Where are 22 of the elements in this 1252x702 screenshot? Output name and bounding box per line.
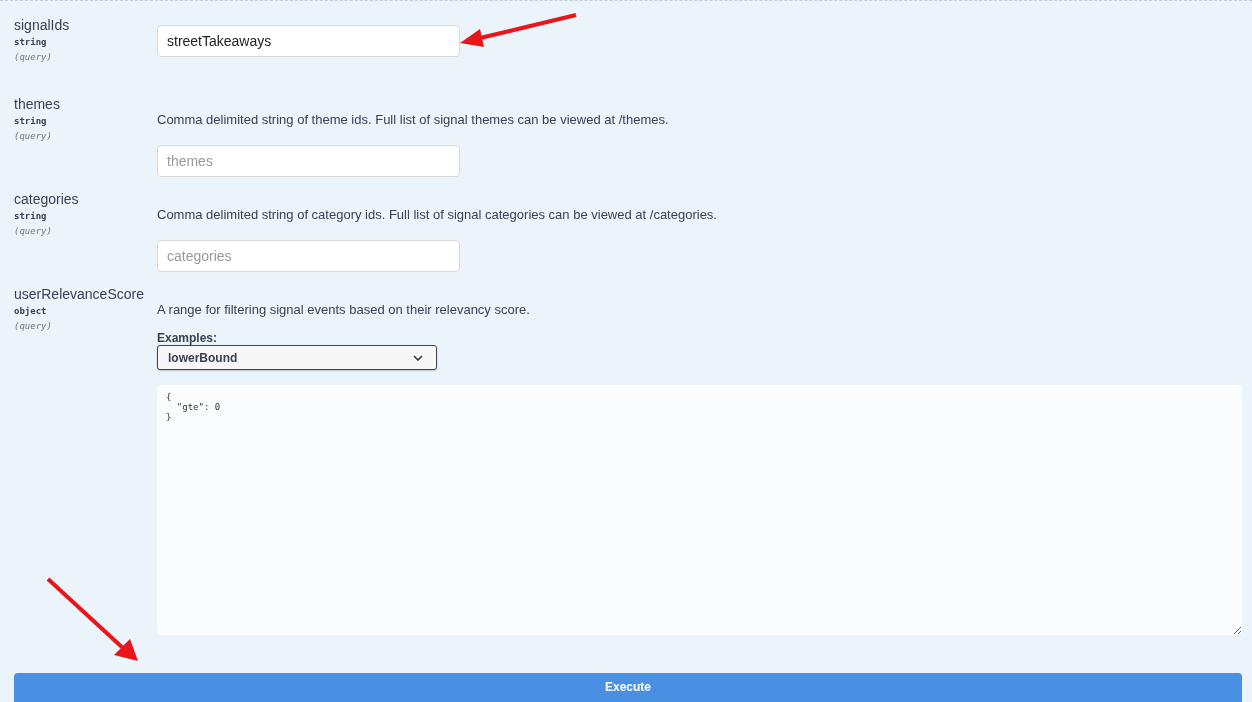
parameter-name: categories (14, 191, 80, 207)
examples-dropdown[interactable]: lowerBound (157, 345, 437, 370)
parameter-description: Comma delimited string of theme ids. Full list of signal themes can be viewed at /themes. (157, 112, 670, 127)
input-field[interactable]: streetTakeaways (157, 25, 460, 57)
parameter-type: string (14, 211, 48, 221)
parameter-type: string (14, 116, 48, 126)
parameter-location: (query) (14, 226, 53, 236)
parameter-name: userRelevanceScore (14, 286, 145, 302)
input-field[interactable]: themes (157, 145, 460, 177)
parameter-type: object (14, 306, 48, 316)
chevron-icon (413, 354, 423, 361)
request-body-editor[interactable]: { "gte": 0 } (157, 385, 1242, 635)
parameter-description: A range for filtering signal events based on their relevancy score. (157, 302, 531, 317)
parameter-location: (query) (14, 321, 53, 331)
parameter-name: signalIds (14, 17, 71, 33)
parameter-location: (query) (14, 131, 53, 141)
examples-label: Examples: (157, 331, 219, 345)
input-field[interactable]: categories (157, 240, 460, 272)
parameter-description: Comma delimited string of category ids. Full list of signal categories can be viewed at /categories. (157, 207, 718, 222)
parameter-name: themes (14, 96, 61, 112)
parameter-type: string (14, 37, 48, 47)
parameter-location: (query) (14, 52, 53, 62)
